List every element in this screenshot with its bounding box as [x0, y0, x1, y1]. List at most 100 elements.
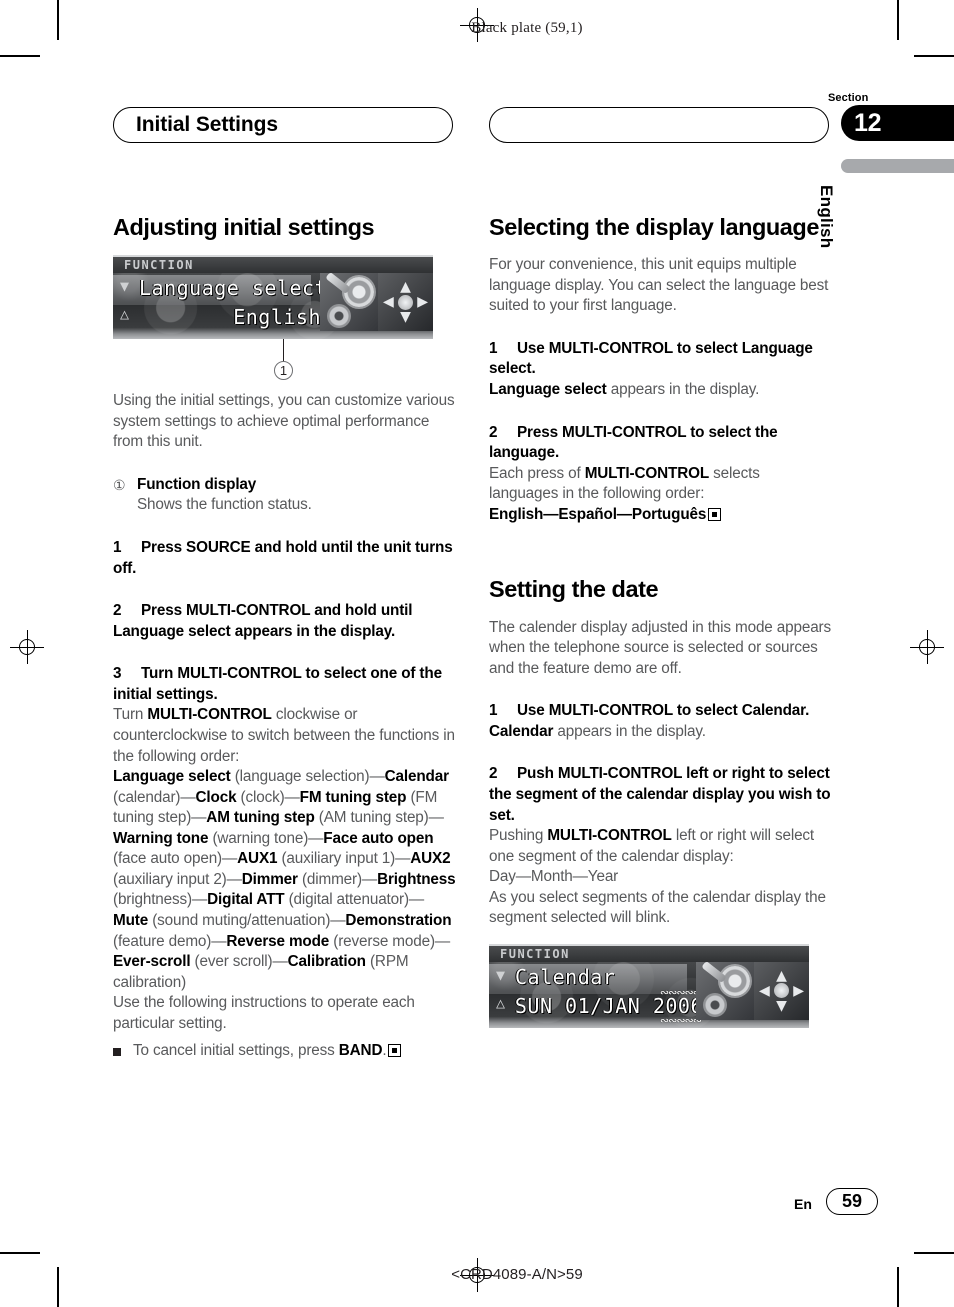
step-3-left: 3 Turn MULTI-CONTROL to select one of the…: [113, 664, 456, 705]
note-text: To cancel initial settings, press BAND.: [133, 1041, 402, 1062]
setting-gloss: (face auto open)—: [113, 850, 238, 868]
running-head-left: Initial Settings: [113, 107, 453, 143]
setting-name: Mute: [113, 912, 149, 929]
lcd-chevron-bottom-icon-2: △: [496, 993, 506, 1012]
dpad-navigation-icon: ▲ ▼ ◀ ▶: [378, 273, 433, 332]
language-step-1-number: 1: [489, 339, 498, 357]
language-intro-paragraph: For your convenience, this unit equips m…: [489, 256, 829, 315]
date-intro-paragraph: The calender display adjusted in this mo…: [489, 618, 831, 677]
step-2-left-number: 2: [113, 602, 122, 620]
language-step-1-body: Language select appears in the display.: [489, 380, 832, 401]
language-thumb-bar: [841, 159, 954, 173]
lcd-main-label: Language select: [139, 276, 328, 301]
setting-gloss: (dimmer)—: [297, 870, 378, 888]
date-segments-order: Day—Month—Year: [489, 868, 619, 886]
figure-language-select: FUNCTION ▼ △ Language select English ▲ ▼…: [113, 255, 456, 381]
registration-mark-left: [10, 630, 44, 664]
step-1-left-text: Press SOURCE and hold until the unit tur…: [113, 539, 453, 577]
crop-mark-top-right-horizontal: [914, 55, 954, 57]
language-order-text: English—Español—Português: [489, 505, 707, 523]
setting-gloss: (ever scroll)—: [190, 953, 288, 971]
registration-mark-right: [910, 630, 944, 664]
setting-name: Digital ATT: [207, 891, 285, 909]
cancel-note: To cancel initial settings, press BAND.: [113, 1041, 456, 1062]
language-step-1-tail: appears in the display.: [606, 381, 760, 398]
language-step-2-body: Each press of MULTI-CONTROL selects lang…: [489, 464, 832, 505]
heading-setting-the-date: Setting the date: [489, 576, 659, 603]
footer-language-code: En: [794, 1196, 812, 1212]
note-bold-term: BAND: [338, 1042, 383, 1060]
date-step-1-body: Calendar appears in the display.: [489, 722, 832, 743]
setting-name: Reverse mode: [226, 932, 330, 950]
setting-name: Dimmer: [241, 870, 298, 888]
setting-gloss: (digital attenuator)—: [284, 891, 425, 909]
setting-name: Calibration: [287, 953, 366, 971]
plate-footer-bottom: <CRD4089-A/N>59: [451, 1266, 583, 1283]
date-step-2-lead: Pushing: [489, 827, 548, 845]
setting-gloss: (warning tone)—: [208, 829, 324, 847]
step-1-left-number: 1: [113, 539, 122, 556]
setting-name: Calendar: [384, 768, 449, 786]
setting-gloss: (reverse mode)—: [329, 932, 451, 950]
setting-name: FM tuning step: [299, 788, 407, 806]
blink-indicator-top-icon: ∾∾∾∾∾: [659, 985, 702, 999]
setting-name: Language select: [113, 768, 231, 786]
step-1-left: 1 Press SOURCE and hold until the unit tu…: [113, 538, 456, 579]
section-label: Section: [828, 92, 869, 104]
language-order-list: English—Español—Português: [489, 505, 832, 526]
date-step-2-number: 2: [489, 765, 498, 783]
crop-mark-bottom-right-horizontal: [914, 1252, 954, 1254]
intro-paragraph: Using the initial settings, you can cust…: [113, 392, 455, 451]
lcd-chevron-top-icon: ▼: [120, 277, 130, 296]
setting-name: AM tuning step: [206, 809, 315, 827]
date-step-1-tail: appears in the display.: [553, 722, 706, 740]
language-step-2-lead: Each press of: [489, 464, 585, 482]
date-step-2-body: Pushing MULTI-CONTROL left or right will…: [489, 826, 832, 867]
crop-mark-top-left-horizontal: [0, 55, 40, 57]
note-lead: To cancel initial settings, press: [133, 1042, 339, 1060]
step-3-bold-term: MULTI-CONTROL: [147, 706, 272, 724]
footer-page-number: 59: [826, 1188, 878, 1215]
date-step-1-text: Use MULTI-CONTROL to select Calendar.: [517, 702, 810, 720]
note-tail: .: [382, 1042, 387, 1060]
setting-name: AUX1: [237, 850, 278, 868]
callout-definition-number: ①: [113, 476, 126, 493]
setting-name: Clock: [195, 788, 237, 806]
heading-selecting-display-language: Selecting the display language: [489, 214, 819, 240]
setting-gloss: (auxiliary input 1)—: [277, 850, 411, 868]
language-step-2-bold-term: MULTI-CONTROL: [584, 464, 710, 482]
running-head-right: [489, 107, 829, 143]
lcd-chevron-bottom-icon: △: [120, 305, 130, 324]
setting-gloss: (brightness)—: [113, 891, 208, 909]
callout-definition-description: Shows the function status.: [137, 496, 312, 514]
step-3-left-text: Turn MULTI-CONTROL to select one of the …: [113, 665, 442, 703]
setting-gloss: (sound muting/attenuation)—: [148, 912, 346, 929]
date-step-1-number: 1: [489, 702, 498, 720]
end-of-section-icon: [388, 1044, 402, 1058]
settings-order-list: Language select (language selection)—Cal…: [113, 767, 456, 993]
callout-leader-line: [283, 339, 285, 362]
date-step-2-bold-term: MULTI-CONTROL: [547, 827, 672, 845]
step-3-left-number: 3: [113, 665, 122, 683]
setting-gloss: (AM tuning step)—: [314, 809, 444, 827]
left-column: Adjusting initial settings FUNCTION ▼ △ …: [113, 213, 456, 1062]
plate-header-top: Black plate (59,1): [471, 20, 583, 36]
closing-instruction: Use the following instructions to operat…: [113, 994, 415, 1032]
lcd-function-label: FUNCTION: [124, 258, 194, 273]
date-step-2-body-2: As you select segments of the calendar d…: [489, 888, 826, 927]
setting-name: Demonstration: [345, 912, 452, 929]
lcd-display-calendar: FUNCTION ▼ △ Calendar SUN 01/JAN 2006 ∾∾…: [489, 943, 809, 1028]
step-3-lead: Turn: [113, 706, 148, 724]
language-step-2-number: 2: [489, 423, 498, 441]
callout-definition-1: ① Function display: [113, 475, 456, 496]
setting-gloss: (auxiliary input 2)—: [113, 870, 242, 888]
end-of-section-icon-language: [708, 507, 722, 521]
lcd-main-label-2: Calendar: [515, 964, 616, 989]
date-step-2: 2 Push MULTI-CONTROL left or right to sel…: [489, 764, 832, 826]
language-step-2-text: Press MULTI-CONTROL to select the langua…: [489, 423, 778, 462]
dpad-navigation-icon-2: ▲ ▼ ◀ ▶: [754, 961, 809, 1020]
step-3-left-body: Turn MULTI-CONTROL clockwise or counterc…: [113, 705, 456, 767]
setting-name: Face auto open: [323, 829, 434, 847]
lcd-value-label: English: [233, 305, 321, 330]
step-2-left: 2 Press MULTI-CONTROL and hold until Lang…: [113, 601, 456, 642]
